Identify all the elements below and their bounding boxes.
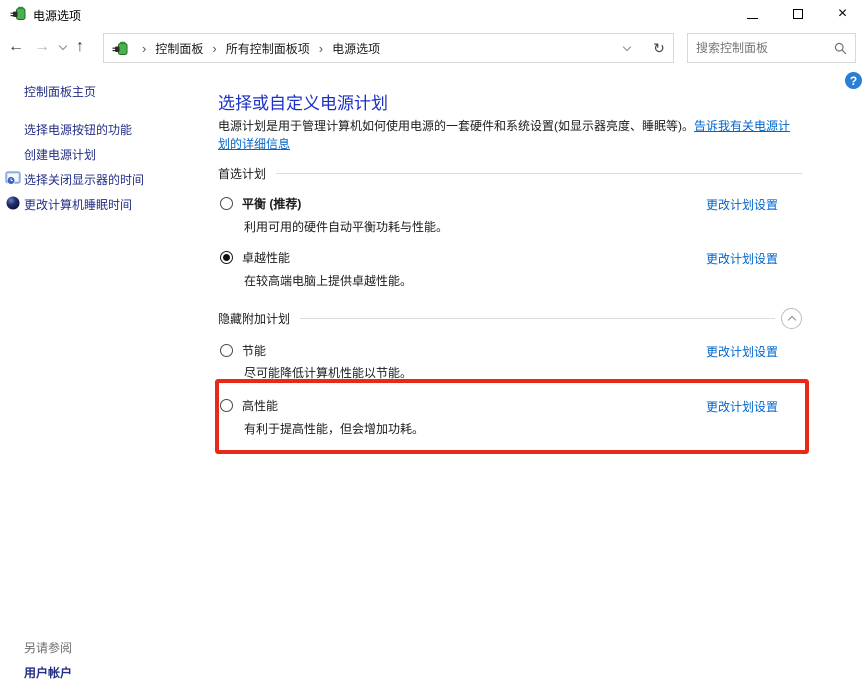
maximize-button[interactable] — [775, 0, 820, 28]
change-plan-settings-link-high-performance[interactable]: 更改计划设置 — [706, 398, 778, 415]
change-plan-settings-link-power-saver[interactable]: 更改计划设置 — [706, 343, 778, 360]
chevron-up-icon — [787, 316, 795, 324]
breadcrumb-control-panel[interactable]: 控制面板 — [155, 40, 203, 57]
sidebar-item-display-off-time[interactable]: 选择关闭显示器的时间 — [24, 171, 144, 188]
search-input[interactable] — [696, 41, 830, 55]
change-plan-settings-link-balanced[interactable]: 更改计划设置 — [706, 196, 778, 213]
power-options-window: { "window": { "title": "电源选项" }, "icons"… — [0, 0, 863, 698]
intro-paragraph: 电源计划是用于管理计算机如何使用电源的一套硬件和系统设置(如显示器亮度、睡眠等)… — [218, 117, 796, 153]
close-icon: × — [838, 6, 847, 22]
plan-desc-power-saver: 尽可能降低计算机性能以节能。 — [244, 364, 412, 381]
radio-ultimate-performance[interactable] — [220, 251, 233, 264]
plan-name-balanced: 平衡 (推荐) — [242, 195, 301, 212]
recent-pages-chevron-icon[interactable] — [59, 41, 67, 49]
plan-row-high-performance: 高性能 — [220, 397, 278, 414]
change-plan-settings-link-ultimate[interactable]: 更改计划设置 — [706, 250, 778, 267]
plan-row-power-saver: 节能 — [220, 342, 266, 359]
sidebar-item-computer-sleep-time[interactable]: 更改计算机睡眠时间 — [24, 196, 132, 213]
title-bar: 电源选项 × — [0, 0, 863, 30]
forward-button: → — [34, 39, 50, 55]
up-button[interactable]: ↑ — [76, 39, 84, 55]
radio-high-performance[interactable] — [220, 399, 233, 412]
section-hidden-label: 隐藏附加计划 — [218, 310, 290, 327]
sidebar-item-power-button-function[interactable]: 选择电源按钮的功能 — [24, 121, 132, 138]
sidebar-item-create-power-plan[interactable]: 创建电源计划 — [24, 146, 96, 163]
minimize-button[interactable] — [730, 0, 775, 28]
power-options-icon-small — [112, 40, 129, 57]
address-dropdown-button[interactable] — [615, 47, 639, 50]
highlight-box — [215, 379, 809, 454]
breadcrumb-separator-icon: › — [212, 41, 216, 56]
breadcrumb-power-options[interactable]: 电源选项 — [332, 40, 380, 57]
search-icon[interactable] — [834, 42, 847, 55]
minimize-icon — [747, 18, 758, 19]
sidebar-item-user-accounts[interactable]: 用户帐户 — [24, 664, 72, 681]
collapse-section-button[interactable] — [781, 308, 802, 329]
plan-row-balanced: 平衡 (推荐) — [220, 195, 301, 212]
close-button[interactable]: × — [820, 0, 863, 28]
section-divider — [300, 318, 775, 319]
chevron-down-icon — [623, 42, 631, 50]
see-also-header: 另请参阅 — [24, 639, 72, 656]
page-title: 选择或自定义电源计划 — [218, 89, 388, 114]
plan-name-high-performance: 高性能 — [242, 397, 278, 414]
plan-desc-ultimate-performance: 在较高端电脑上提供卓越性能。 — [244, 272, 412, 289]
plan-desc-balanced: 利用可用的硬件自动平衡功耗与性能。 — [244, 218, 448, 235]
sidebar-item-control-panel-home[interactable]: 控制面板主页 — [24, 83, 96, 100]
intro-text: 电源计划是用于管理计算机如何使用电源的一套硬件和系统设置(如显示器亮度、睡眠等)… — [218, 119, 694, 133]
section-preferred-plans: 首选计划 — [218, 165, 802, 182]
address-bar[interactable]: › 控制面板 › 所有控制面板项 › 电源选项 — [103, 33, 646, 63]
power-options-icon — [10, 5, 27, 22]
search-box[interactable] — [687, 33, 856, 63]
back-button[interactable]: ← — [8, 39, 24, 55]
breadcrumb-separator-icon: › — [319, 41, 323, 56]
display-clock-icon — [5, 170, 21, 186]
plan-name-power-saver: 节能 — [242, 342, 266, 359]
breadcrumb-all-items[interactable]: 所有控制面板项 — [226, 40, 310, 57]
radio-balanced[interactable] — [220, 197, 233, 210]
section-preferred-label: 首选计划 — [218, 165, 266, 182]
plan-row-ultimate-performance: 卓越性能 — [220, 249, 290, 266]
refresh-button[interactable]: ↻ — [645, 33, 674, 63]
navigation-toolbar: ← → ↑ › 控制面板 › 所有控制面板项 › 电源选项 ↻ — [0, 32, 863, 64]
sleep-icon — [5, 195, 21, 211]
breadcrumb-separator-icon: › — [142, 41, 146, 56]
plan-desc-high-performance: 有利于提高性能，但会增加功耗。 — [244, 420, 424, 437]
section-hidden-plans: 隐藏附加计划 — [218, 308, 802, 329]
section-divider — [276, 173, 802, 174]
radio-power-saver[interactable] — [220, 344, 233, 357]
help-icon[interactable]: ? — [845, 72, 862, 89]
plan-name-ultimate-performance: 卓越性能 — [242, 249, 290, 266]
maximize-icon — [793, 9, 803, 19]
window-title: 电源选项 — [33, 7, 81, 24]
